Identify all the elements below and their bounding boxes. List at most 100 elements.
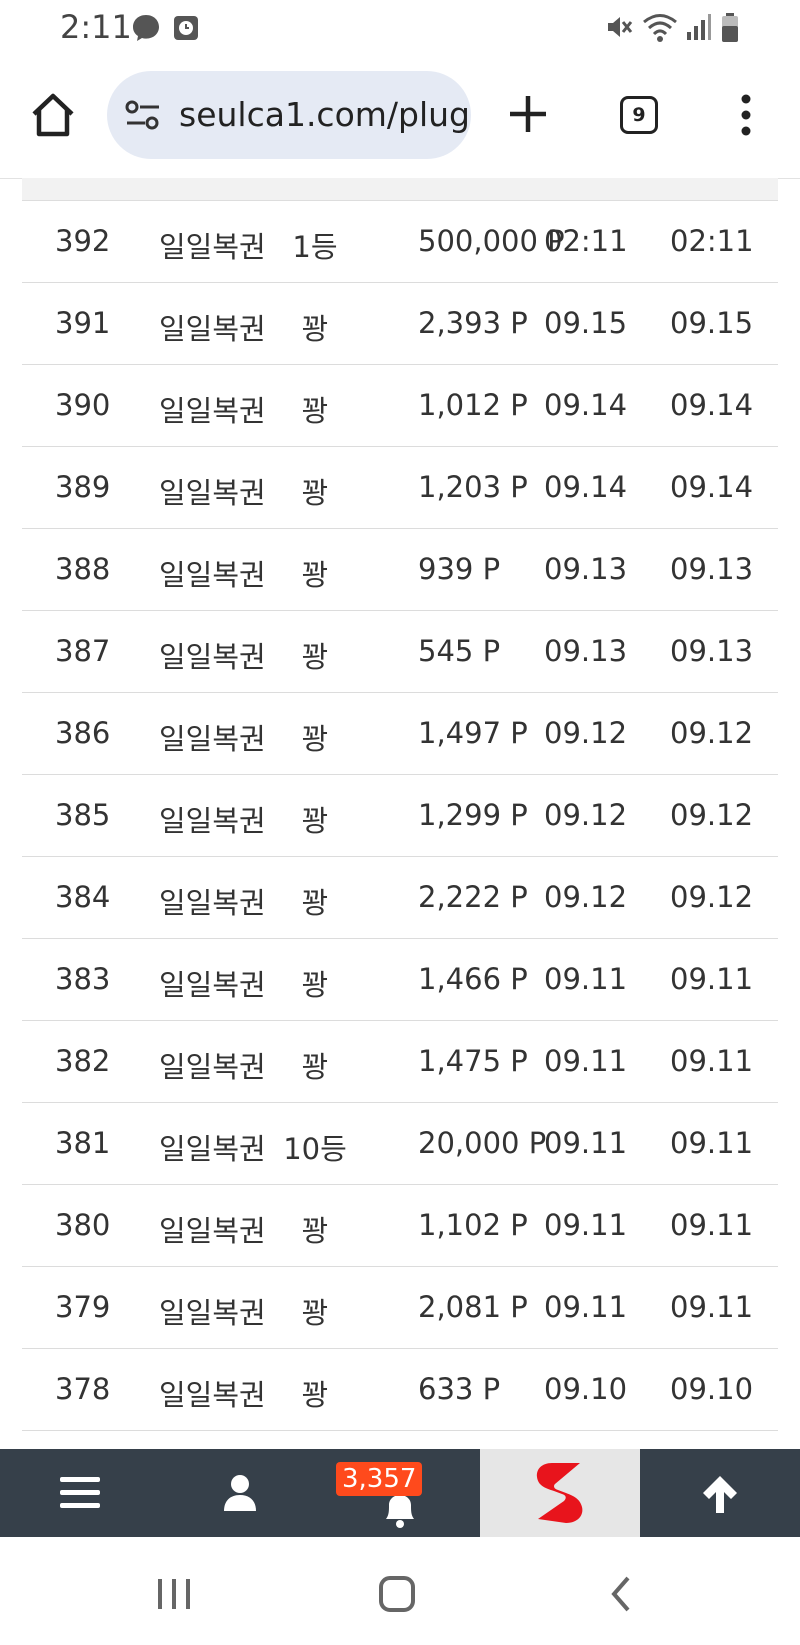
draw-date: 09.13 (544, 552, 628, 586)
row-number: 379 (55, 1290, 111, 1324)
draw-date: 09.11 (544, 962, 628, 996)
home-button-icon[interactable] (378, 1575, 416, 1613)
row-number: 387 (55, 634, 111, 668)
row-number: 389 (55, 470, 111, 504)
new-tab-icon[interactable] (506, 92, 550, 136)
row-number: 390 (55, 388, 111, 422)
more-menu-icon[interactable] (738, 92, 754, 138)
points-value: 500,000 P (418, 224, 565, 258)
row-number: 378 (55, 1372, 111, 1406)
lottery-history-table: 392 일일복권 1등 500,000 P 02:11 02:11 391 일일복권 꽝 2,39… (22, 178, 778, 1431)
payout-date: 09.12 (670, 716, 754, 750)
points-value: 633 P (418, 1372, 501, 1406)
tab-switcher-button[interactable]: 9 (620, 96, 658, 134)
site-settings-icon[interactable] (125, 99, 161, 131)
row-number: 382 (55, 1044, 111, 1078)
bell-icon (386, 1495, 414, 1528)
recent-apps-icon[interactable] (156, 1577, 192, 1611)
payout-date: 09.11 (670, 1208, 754, 1242)
row-number: 380 (55, 1208, 111, 1242)
table-row[interactable]: 387 일일복권 꽝 545 P 09.13 09.13 (22, 611, 778, 693)
draw-date: 09.14 (544, 388, 628, 422)
tab-count: 9 (632, 104, 646, 126)
points-value: 1,475 P (418, 1044, 528, 1078)
draw-date: 09.12 (544, 880, 628, 914)
draw-date: 09.11 (544, 1044, 628, 1078)
table-row[interactable]: 379 일일복권 꽝 2,081 P 09.11 09.11 (22, 1267, 778, 1349)
prize-rank: 꽝 (301, 1296, 329, 1330)
home-icon[interactable] (28, 90, 78, 140)
lottery-name: 일일복권 (159, 1132, 266, 1166)
table-row[interactable]: 381 일일복권 10등 20,000 P 09.11 09.11 (22, 1103, 778, 1185)
lottery-name: 일일복권 (159, 1214, 266, 1248)
points-value: 1,299 P (418, 798, 528, 832)
table-row[interactable]: 389 일일복권 꽝 1,203 P 09.14 09.14 (22, 447, 778, 529)
scroll-top-button[interactable] (640, 1449, 800, 1537)
table-row[interactable]: 378 일일복권 꽝 633 P 09.10 09.10 (22, 1349, 778, 1431)
prize-rank: 꽝 (301, 722, 329, 756)
site-logo (536, 1463, 583, 1523)
address-bar[interactable]: seulca1.com/plugin (107, 71, 471, 159)
payout-date: 09.13 (670, 634, 754, 668)
lottery-name: 일일복권 (159, 476, 266, 510)
lottery-name: 일일복권 (159, 968, 266, 1002)
table-row[interactable]: 386 일일복권 꽝 1,497 P 09.12 09.12 (22, 693, 778, 775)
draw-date: 09.10 (544, 1372, 628, 1406)
alarm-icon (174, 16, 198, 40)
table-row[interactable]: 392 일일복권 1등 500,000 P 02:11 02:11 (22, 201, 778, 283)
lottery-name: 일일복권 (159, 1050, 266, 1084)
points-value: 545 P (418, 634, 501, 668)
draw-date: 02:11 (544, 224, 628, 258)
table-row[interactable]: 380 일일복권 꽝 1,102 P 09.11 09.11 (22, 1185, 778, 1267)
table-row[interactable]: 390 일일복권 꽝 1,012 P 09.14 09.14 (22, 365, 778, 447)
prize-rank: 꽝 (301, 968, 329, 1002)
draw-date: 09.12 (544, 716, 628, 750)
lottery-name: 일일복권 (159, 722, 266, 756)
table-row[interactable]: 391 일일복권 꽝 2,393 P 09.15 09.15 (22, 283, 778, 365)
table-row[interactable]: 383 일일복권 꽝 1,466 P 09.11 09.11 (22, 939, 778, 1021)
lottery-name: 일일복권 (159, 394, 266, 428)
table-row[interactable]: 384 일일복권 꽝 2,222 P 09.12 09.12 (22, 857, 778, 939)
system-navigation-bar (0, 1537, 800, 1645)
status-bar: 2:11 (0, 0, 800, 56)
signal-icon (687, 14, 711, 40)
points-value: 20,000 P (418, 1126, 547, 1160)
lottery-name: 일일복권 (159, 804, 266, 838)
site-logo-button[interactable] (480, 1449, 640, 1537)
payout-date: 09.11 (670, 1044, 754, 1078)
prize-rank: 꽝 (301, 1050, 329, 1084)
prize-rank: 꽝 (301, 804, 329, 838)
draw-date: 09.14 (544, 470, 628, 504)
payout-date: 09.15 (670, 306, 754, 340)
menu-button[interactable] (0, 1449, 160, 1537)
prize-rank: 꽝 (301, 312, 329, 346)
prize-rank: 꽝 (301, 1214, 329, 1248)
draw-date: 09.11 (544, 1126, 628, 1160)
prize-rank: 꽝 (301, 558, 329, 592)
prize-rank: 꽝 (301, 886, 329, 920)
prize-rank: 꽝 (301, 476, 329, 510)
row-number: 383 (55, 962, 111, 996)
table-body: 392 일일복권 1등 500,000 P 02:11 02:11 391 일일복권 꽝 2,39… (22, 201, 778, 1431)
points-value: 2,393 P (418, 306, 528, 340)
mute-icon (608, 17, 633, 37)
table-row[interactable]: 388 일일복권 꽝 939 P 09.13 09.13 (22, 529, 778, 611)
payout-date: 09.12 (670, 798, 754, 832)
user-icon (224, 1475, 256, 1511)
table-row[interactable]: 385 일일복권 꽝 1,299 P 09.12 09.12 (22, 775, 778, 857)
table-row[interactable]: 382 일일복권 꽝 1,475 P 09.11 09.11 (22, 1021, 778, 1103)
row-number: 392 (55, 224, 111, 258)
notification-count-badge: 3,357 (336, 1462, 423, 1496)
points-value: 1,012 P (418, 388, 528, 422)
table-header (22, 178, 778, 201)
points-value: 1,466 P (418, 962, 528, 996)
back-icon[interactable] (610, 1575, 632, 1613)
user-button[interactable] (160, 1449, 320, 1537)
payout-date: 09.11 (670, 1126, 754, 1160)
row-number: 381 (55, 1126, 111, 1160)
draw-date: 09.15 (544, 306, 628, 340)
payout-date: 09.14 (670, 470, 754, 504)
lottery-name: 일일복권 (159, 558, 266, 592)
row-number: 391 (55, 306, 111, 340)
prize-rank: 1등 (292, 230, 338, 264)
